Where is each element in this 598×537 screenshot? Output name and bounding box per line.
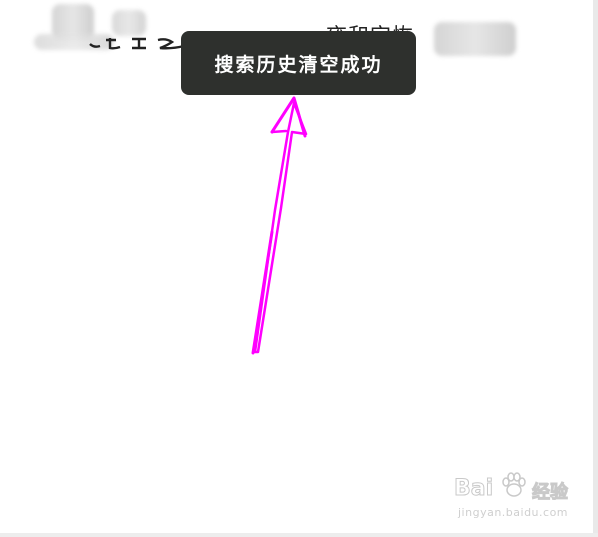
toast-notification: 搜索历史清空成功 bbox=[181, 31, 416, 95]
watermark-logo-text: Bai bbox=[453, 476, 494, 502]
watermark-jingyan-text: 经验 bbox=[532, 482, 569, 504]
bottom-edge-border bbox=[0, 533, 598, 537]
search-history-screen: 雍和宫恢 搜索历史清空成功 Bai 经验 jingyan.baidu.com bbox=[0, 0, 598, 537]
baidu-jingyan-watermark: Bai 经验 jingyan.baidu.com bbox=[453, 472, 574, 522]
watermark-url: jingyan.baidu.com bbox=[458, 506, 569, 519]
right-edge-border bbox=[593, 0, 598, 537]
blurred-text-patch bbox=[434, 22, 516, 56]
toast-message: 搜索历史清空成功 bbox=[214, 53, 383, 76]
blurred-text-patch bbox=[112, 10, 146, 36]
history-item-left[interactable] bbox=[34, 4, 185, 50]
paw-icon bbox=[502, 472, 526, 497]
partial-glyph-strokes bbox=[89, 37, 185, 50]
